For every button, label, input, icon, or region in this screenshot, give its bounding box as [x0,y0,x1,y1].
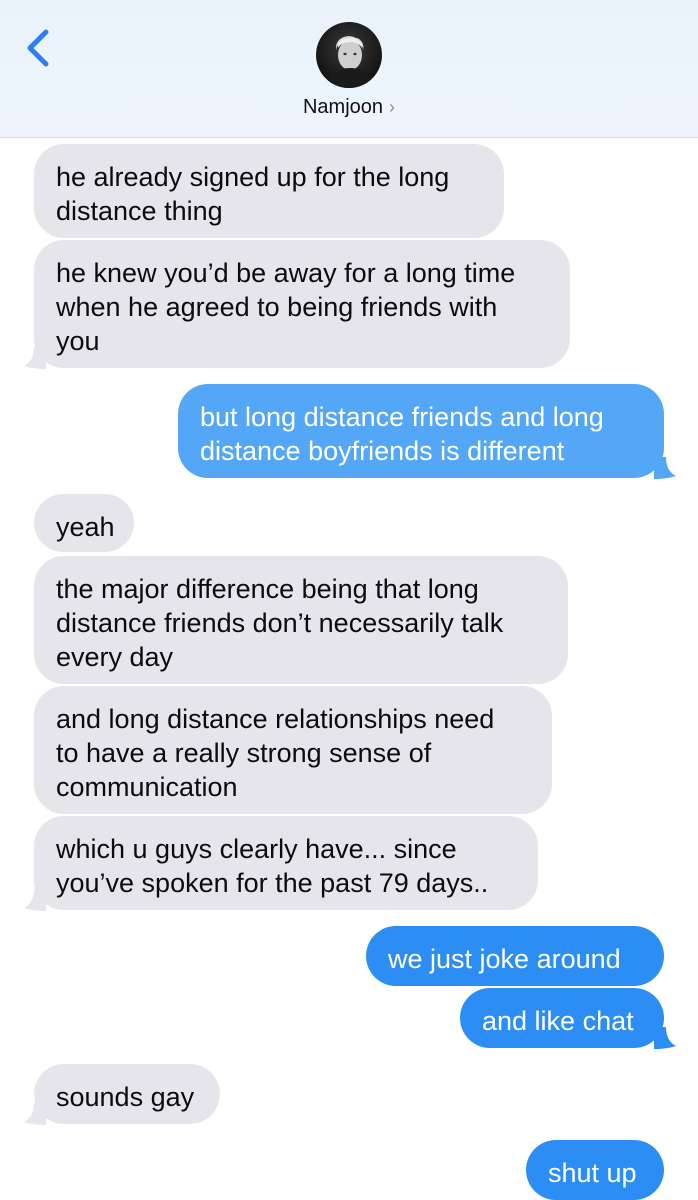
sent-message[interactable]: and like chat [460,988,664,1048]
received-message[interactable]: he already signed up for the long distan… [34,144,504,238]
contact-name-button[interactable]: Namjoon › [0,96,698,119]
received-message[interactable]: the major difference being that long dis… [34,556,568,684]
received-message[interactable]: and long distance relationships need to … [34,686,552,814]
received-message[interactable]: he knew you’d be away for a long time wh… [34,240,570,368]
bubble-tail [654,457,676,479]
contact-name: Namjoon [302,96,384,118]
bubble-tail [24,1103,46,1125]
avatar[interactable] [316,22,382,88]
contact-photo [316,22,382,88]
received-message[interactable]: sounds gay [34,1064,220,1124]
sent-message[interactable]: we just joke around [366,926,664,986]
back-button[interactable] [20,26,60,70]
received-message[interactable]: which u guys clearly have... since you’v… [34,816,538,910]
message-thread[interactable]: he already signed up for the long distan… [0,138,698,1200]
sent-message[interactable]: but long distance friends and long dista… [178,384,664,478]
conversation-header: Namjoon › [0,0,698,138]
chevron-left-icon [27,29,49,67]
bubble-tail [24,889,46,911]
chevron-right-icon: › [389,97,396,117]
sent-message[interactable]: shut up [526,1140,664,1200]
bubble-tail [654,1027,676,1049]
received-message[interactable]: yeah [34,494,134,552]
bubble-tail [24,347,46,369]
